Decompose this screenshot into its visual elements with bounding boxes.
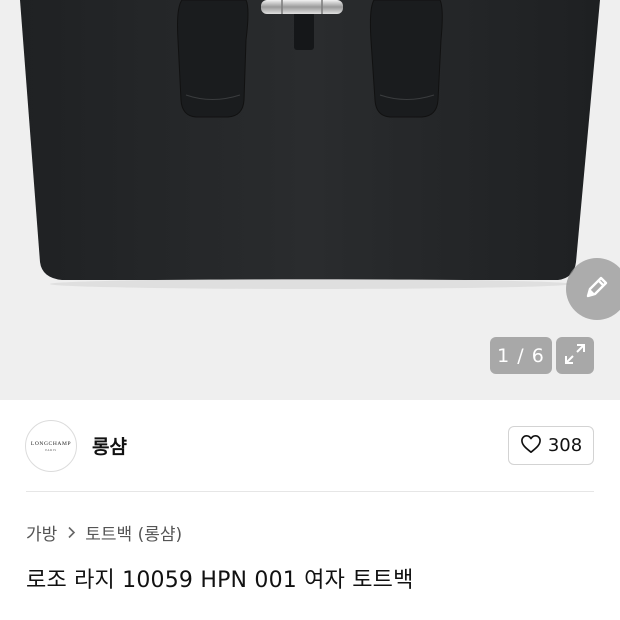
breadcrumb-item-bags[interactable]: 가방 [26,520,57,545]
breadcrumb-item-tote-bags[interactable]: 토트백 (롱샴) [85,520,182,545]
divider [26,491,594,492]
like-button[interactable]: 308 [508,426,594,465]
product-title: 로조 라지 10059 HPN 001 여자 토트백 [26,568,414,593]
edit-button[interactable] [566,258,620,320]
image-counter: 1 / 6 [490,337,552,374]
brand-logo-text: LONGCHAMP [30,440,72,447]
brand-logo[interactable]: LONGCHAMP PARIS [25,420,77,472]
like-count: 308 [547,435,583,456]
expand-button[interactable] [556,337,594,374]
brand-row: LONGCHAMP PARIS 롱샴 308 [0,400,620,492]
breadcrumb: 가방 토트백 (롱샴) [26,519,182,545]
heart-outline-icon [520,434,542,458]
chevron-right-icon [67,526,76,539]
product-image-gallery[interactable]: 1 / 6 [0,0,620,400]
brand-logo-subtext: PARIS [45,447,57,452]
brand-name[interactable]: 롱샴 [92,432,127,459]
pencil-icon [582,272,612,306]
expand-icon [563,342,587,370]
